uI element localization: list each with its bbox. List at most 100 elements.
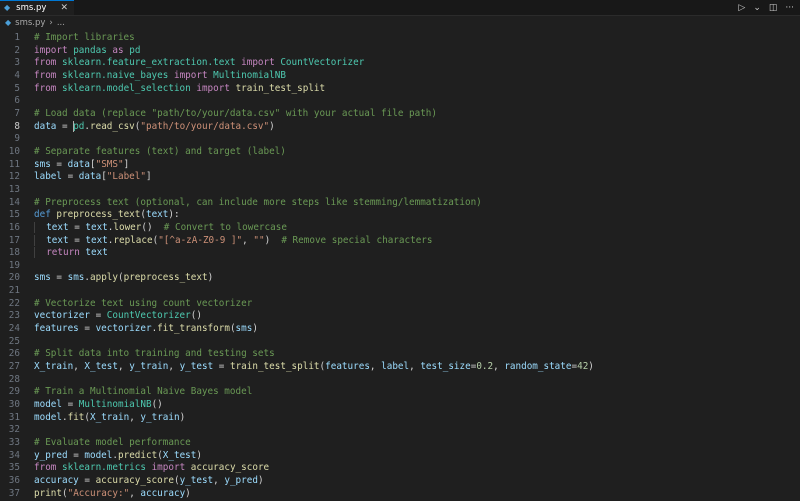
code-token: = xyxy=(78,323,96,335)
more-actions-icon[interactable]: ··· xyxy=(785,3,794,13)
code-line[interactable]: 9 xyxy=(0,133,800,146)
breadcrumb-file[interactable]: sms.py xyxy=(15,18,45,28)
chevron-down-icon[interactable]: ⌄ xyxy=(753,3,761,13)
code-token: () xyxy=(190,310,202,322)
code-line[interactable]: 22 # Vectorize text using count vectorize… xyxy=(0,298,800,311)
code-token: "Label" xyxy=(106,171,146,183)
code-line[interactable]: 23 vectorizer = CountVectorizer() xyxy=(0,310,800,323)
code-line[interactable]: 26 # Split data into training and testing… xyxy=(0,348,800,361)
indent-guide xyxy=(34,247,47,259)
code-line[interactable]: 32 xyxy=(0,424,800,437)
code-line[interactable]: 21 xyxy=(0,285,800,298)
code-token: accuracy xyxy=(140,487,186,499)
code-line[interactable]: 18 return text xyxy=(0,247,800,260)
code-line[interactable]: 14 # Preprocess text (optional, can inclu… xyxy=(0,197,800,210)
code-token: text xyxy=(46,221,69,233)
code-token: text xyxy=(46,234,69,246)
code-line[interactable]: 36 accuracy = accuracy_score(y_test, y_pr… xyxy=(0,475,800,488)
line-number: 29 xyxy=(8,386,20,398)
close-icon[interactable]: ✕ xyxy=(60,3,68,13)
code-token: # Import libraries xyxy=(34,32,135,43)
code-text: # Evaluate model performance xyxy=(20,437,191,450)
code-line[interactable]: 11 sms = data["SMS"] xyxy=(0,159,800,172)
code-line[interactable]: 24 features = vectorizer.fit_transform(sm… xyxy=(0,323,800,336)
code-line[interactable]: 6 xyxy=(0,95,800,108)
code-token: model xyxy=(34,399,62,411)
code-token: replace xyxy=(113,234,153,246)
code-token: MultinomialNB xyxy=(213,69,286,81)
line-number: 14 xyxy=(8,196,20,208)
split-editor-icon[interactable]: ◫ xyxy=(769,3,778,13)
tab-sms-py[interactable]: ◆ sms.py ✕ xyxy=(0,0,74,15)
code-line[interactable]: 31 model.fit(X_train, y_train) xyxy=(0,412,800,425)
code-text: text = text.lower() # Convert to lowerca… xyxy=(20,221,287,235)
breadcrumb-more[interactable]: ... xyxy=(57,18,65,28)
code-editor[interactable]: 1 # Import libraries 2 import pandas as pd 3… xyxy=(0,30,800,500)
code-line[interactable]: 35 from sklearn.metrics import accuracy_s… xyxy=(0,462,800,475)
code-line[interactable]: 19 xyxy=(0,260,800,273)
code-line[interactable]: 10 # Separate features (text) and target … xyxy=(0,146,800,159)
code-line[interactable]: 37 print("Accuracy:", accuracy) xyxy=(0,488,800,501)
code-token: y_pred xyxy=(34,449,68,461)
code-text: data = pd.read_csv("path/to/your/data.cs… xyxy=(20,120,275,134)
code-token: text xyxy=(145,209,169,221)
line-number: 18 xyxy=(8,247,20,259)
code-token: sms xyxy=(34,158,51,170)
editor-scrollbar[interactable] xyxy=(790,29,800,501)
code-line[interactable]: 5 from sklearn.model_selection import tra… xyxy=(0,83,800,96)
code-token: # Load data (replace "path/to/your/data.… xyxy=(34,107,437,119)
code-token: from xyxy=(34,82,57,94)
code-token: sklearn.feature_extraction.text xyxy=(62,57,236,69)
code-text: print("Accuracy:", accuracy) xyxy=(20,488,191,501)
code-text: model = MultinomialNB() xyxy=(20,399,163,412)
code-token: ) xyxy=(257,474,264,486)
code-token: y_test xyxy=(179,474,214,486)
code-text: features = vectorizer.fit_transform(sms) xyxy=(20,323,258,336)
code-token: import xyxy=(173,69,208,81)
code-token: label xyxy=(381,361,410,373)
line-number: 2 xyxy=(14,44,20,56)
code-line[interactable]: 4 from sklearn.naive_bayes import Multino… xyxy=(0,70,800,83)
line-number: 7 xyxy=(14,107,20,119)
code-token: import xyxy=(196,82,230,94)
code-token: 0.2 xyxy=(476,361,494,373)
code-line[interactable]: 33 # Evaluate model performance xyxy=(0,437,800,450)
code-line[interactable]: 20 sms = sms.apply(preprocess_text) xyxy=(0,272,800,285)
code-token: data xyxy=(34,120,57,132)
code-token: sklearn.metrics xyxy=(62,462,146,474)
code-line[interactable]: 27 X_train, X_test, y_train, y_test = tra… xyxy=(0,361,800,374)
code-line[interactable]: 13 xyxy=(0,184,800,197)
code-token: train_test_split xyxy=(235,82,326,94)
code-line[interactable]: 3 from sklearn.feature_extraction.text im… xyxy=(0,57,800,70)
code-token: = xyxy=(56,120,74,132)
line-number: 26 xyxy=(8,348,20,360)
code-token: , xyxy=(129,487,141,499)
code-token: ) xyxy=(179,411,186,423)
code-line[interactable]: 8 data = pd.read_csv("path/to/your/data.c… xyxy=(0,120,800,134)
code-text: import pandas as pd xyxy=(20,45,140,58)
code-line[interactable]: 16 text = text.lower() # Convert to lowe… xyxy=(0,221,800,235)
code-line[interactable]: 1 # Import libraries xyxy=(0,32,800,45)
code-line[interactable]: 7 # Load data (replace "path/to/your/data… xyxy=(0,108,800,121)
run-icon[interactable]: ▷ xyxy=(738,3,745,13)
code-token: test_size xyxy=(420,361,471,373)
code-line[interactable]: 34 y_pred = model.predict(X_test) xyxy=(0,450,800,463)
code-line[interactable]: 15 def preprocess_text(text): xyxy=(0,209,800,222)
indent-guide xyxy=(34,234,47,246)
code-line[interactable]: 25 xyxy=(0,336,800,349)
code-text: # Split data into training and testing s… xyxy=(20,348,275,361)
code-line[interactable]: 17 text = text.replace("[^a-zA-Z0-9 ]", … xyxy=(0,234,800,248)
code-line[interactable]: 12 label = data["Label"] xyxy=(0,171,800,184)
code-token: vectorizer xyxy=(34,310,90,322)
code-line[interactable]: 30 model = MultinomialNB() xyxy=(0,399,800,412)
code-token: pd xyxy=(73,120,85,132)
code-token: "path/to/your/data.csv" xyxy=(140,120,270,132)
code-line[interactable]: 28 xyxy=(0,374,800,387)
code-token: model xyxy=(34,411,62,423)
code-token: , xyxy=(129,411,141,423)
code-line[interactable]: 2 import pandas as pd xyxy=(0,45,800,58)
code-token: data xyxy=(67,158,90,170)
code-line[interactable]: 29 # Train a Multinomial Naive Bayes mode… xyxy=(0,386,800,399)
code-token: accuracy_score xyxy=(190,462,270,474)
